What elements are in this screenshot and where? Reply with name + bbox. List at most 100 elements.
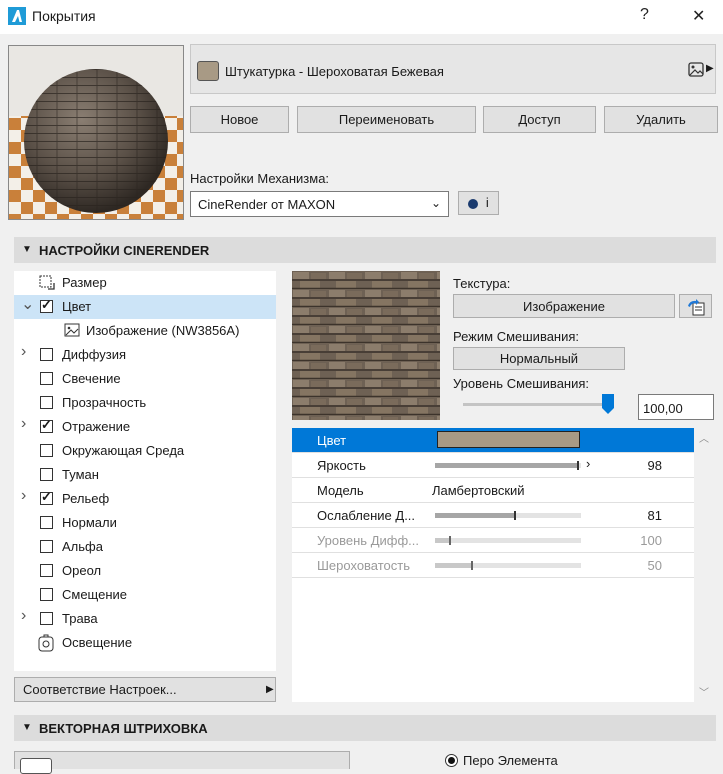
property-name: Уровень Дифф... — [317, 533, 419, 548]
tree-item[interactable]: Изображение (NW3856A) — [14, 319, 276, 343]
expand-open-icon[interactable]: ⌄ — [21, 294, 34, 314]
property-slider[interactable] — [435, 536, 581, 545]
property-row[interactable]: Ослабление Д... 81 — [292, 503, 694, 528]
tree-item[interactable]: › Рельеф — [14, 487, 276, 511]
tree-item-label: Прозрачность — [62, 395, 147, 410]
collapse-chevron-icon: ▼ — [22, 244, 32, 255]
tree-item[interactable]: Свечение — [14, 367, 276, 391]
channel-checkbox[interactable] — [40, 372, 53, 385]
property-row[interactable]: Цвет — [292, 428, 694, 453]
texture-load-button[interactable] — [679, 294, 712, 318]
blend-level-input[interactable]: 100,00 — [638, 394, 714, 420]
tree-item-label: Отражение — [62, 419, 131, 434]
archicad-logo-icon — [8, 7, 26, 25]
cinema4d-icon — [468, 198, 479, 209]
tree-item-label: Нормали — [62, 515, 117, 530]
access-button[interactable]: Доступ — [483, 106, 596, 133]
property-scrollbar[interactable]: ︿ ﹀ — [698, 428, 710, 702]
material-swatch — [197, 61, 219, 81]
property-slider[interactable] — [435, 561, 581, 570]
texture-image-button[interactable]: Изображение — [453, 294, 675, 318]
tree-item[interactable]: Освещение — [14, 631, 276, 655]
vector-header-label: ВЕКТОРНАЯ ШТРИХОВКА — [39, 721, 208, 736]
close-button[interactable]: ✕ — [692, 6, 705, 26]
tree-item[interactable]: › Трава — [14, 607, 276, 631]
image-preview-icon[interactable] — [688, 62, 704, 77]
material-selector[interactable]: Штукатурка - Шероховатая Бежевая ▶ — [190, 44, 716, 94]
tree-item-label: Освещение — [62, 635, 133, 650]
material-name: Штукатурка - Шероховатая Бежевая — [225, 64, 444, 79]
scroll-up-icon[interactable]: ︿ — [699, 430, 709, 445]
tree-item[interactable]: ⌄ Цвет — [14, 295, 276, 319]
channel-checkbox[interactable] — [40, 297, 53, 313]
channel-checkbox[interactable] — [40, 396, 53, 409]
expand-closed-icon[interactable]: › — [21, 415, 26, 433]
chevron-down-icon: ⌄ — [431, 196, 442, 210]
match-settings-label: Соответствие Настроек... — [23, 682, 177, 697]
fill-pattern-selector[interactable] — [14, 751, 350, 774]
blend-level-slider[interactable] — [463, 394, 614, 414]
collapse-chevron-icon: ▼ — [22, 722, 32, 733]
engine-info-button[interactable]: i — [458, 191, 499, 215]
expand-closed-icon[interactable]: › — [21, 607, 26, 625]
property-name: Ослабление Д... — [317, 508, 416, 523]
channel-checkbox[interactable] — [40, 417, 53, 433]
property-row[interactable]: Шероховатость 50 — [292, 553, 694, 578]
lighting-icon — [38, 634, 54, 655]
property-text-value[interactable]: Ламбертовский — [432, 483, 525, 498]
property-value: 98 — [647, 458, 662, 473]
element-pen-radio[interactable] — [445, 754, 458, 767]
vector-section-header[interactable]: ▼ ВЕКТОРНАЯ ШТРИХОВКА — [14, 715, 716, 741]
tree-item[interactable]: › Диффузия — [14, 343, 276, 367]
tree-item[interactable]: Нормали — [14, 511, 276, 535]
tree-item[interactable]: Ореол — [14, 559, 276, 583]
delete-button[interactable]: Удалить — [604, 106, 718, 133]
property-slider[interactable] — [435, 461, 581, 470]
property-name: Модель — [317, 483, 364, 498]
channel-checkbox[interactable] — [40, 348, 53, 361]
channel-checkbox[interactable] — [40, 588, 53, 601]
tree-item[interactable]: Размер — [14, 271, 276, 295]
tree-item[interactable]: › Отражение — [14, 415, 276, 439]
channel-checkbox[interactable] — [40, 540, 53, 553]
tree-item-label: Альфа — [62, 539, 103, 554]
blend-level-handle[interactable] — [602, 394, 614, 414]
property-slider[interactable] — [435, 511, 581, 520]
property-row[interactable]: Яркость › 98 — [292, 453, 694, 478]
property-list[interactable]: Цвет Яркость › 98 Модель Ламбертовский Ослабле… — [292, 428, 694, 702]
tree-item[interactable]: Окружающая Среда — [14, 439, 276, 463]
new-button[interactable]: Новое — [190, 106, 289, 133]
engine-select[interactable]: CineRender от MAXON ⌄ — [190, 191, 449, 217]
channel-checkbox[interactable] — [40, 468, 53, 481]
fill-swatch — [20, 758, 52, 774]
channel-checkbox[interactable] — [40, 444, 53, 457]
rename-button[interactable]: Переименовать — [297, 106, 476, 133]
match-settings-button[interactable]: Соответствие Настроек... ▶ — [14, 677, 276, 702]
property-row[interactable]: Уровень Дифф... 100 — [292, 528, 694, 553]
tree-item[interactable]: Альфа — [14, 535, 276, 559]
channel-checkbox[interactable] — [40, 489, 53, 505]
cinerender-section-header[interactable]: ▼ НАСТРОЙКИ CINERENDER — [14, 237, 716, 263]
channel-checkbox[interactable] — [40, 516, 53, 529]
load-texture-icon — [687, 298, 704, 316]
scroll-down-icon[interactable]: ﹀ — [699, 684, 709, 699]
tree-item-label: Трава — [62, 611, 98, 626]
channel-checkbox[interactable] — [40, 612, 53, 625]
slider-arrow-icon[interactable]: › — [586, 456, 590, 471]
tree-item-label: Ореол — [62, 563, 102, 578]
tree-item[interactable]: Туман — [14, 463, 276, 487]
property-row[interactable]: Модель Ламбертовский — [292, 478, 694, 503]
channel-tree[interactable]: Размер ⌄ Цвет Изображение (NW3856A) › Диффузи… — [14, 271, 276, 671]
blend-mode-button[interactable]: Нормальный — [453, 347, 625, 370]
color-swatch[interactable] — [437, 431, 580, 448]
info-label: i — [485, 195, 489, 210]
help-button[interactable]: ? — [640, 6, 649, 24]
chevron-right-icon[interactable]: ▶ — [706, 63, 714, 74]
tree-item[interactable]: Смещение — [14, 583, 276, 607]
expand-closed-icon[interactable]: › — [21, 343, 26, 361]
texture-label: Текстура: — [453, 276, 511, 291]
expand-closed-icon[interactable]: › — [21, 487, 26, 505]
channel-checkbox[interactable] — [40, 564, 53, 577]
tree-item[interactable]: Прозрачность — [14, 391, 276, 415]
window-title: Покрытия — [32, 8, 96, 24]
